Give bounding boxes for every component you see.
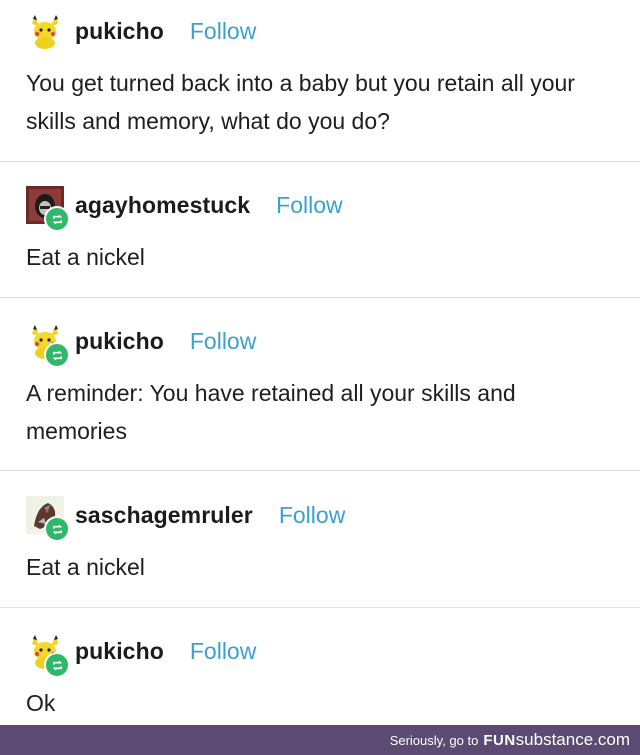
follow-button[interactable]: Follow xyxy=(276,192,342,219)
post-header: saschagemruler Follow xyxy=(26,495,345,542)
divider xyxy=(0,470,640,471)
username[interactable]: pukicho xyxy=(75,638,164,665)
follow-button[interactable]: Follow xyxy=(279,502,345,529)
post-text: Eat a nickel xyxy=(26,554,145,580)
post-header: pukicho Follow xyxy=(26,321,256,368)
post-header: pukicho Follow xyxy=(26,631,256,678)
brand-rest: substance.com xyxy=(515,730,630,749)
pikachu-avatar[interactable] xyxy=(26,632,70,678)
funsubstance-watermark: Seriously, go to FUNsubstance.com xyxy=(0,725,640,755)
username[interactable]: pukicho xyxy=(75,18,164,45)
dragon-avatar[interactable] xyxy=(26,496,70,542)
username[interactable]: pukicho xyxy=(75,328,164,355)
follow-button[interactable]: Follow xyxy=(190,328,256,355)
watermark-prefix: Seriously, go to xyxy=(389,732,479,748)
pikachu-icon xyxy=(32,15,58,49)
brand-bold: FUN xyxy=(483,732,516,749)
homestuck-avatar[interactable] xyxy=(26,186,70,232)
username[interactable]: agayhomestuck xyxy=(75,192,250,219)
post-header: agayhomestuck Follow xyxy=(26,185,343,232)
divider xyxy=(0,607,640,608)
post-text: Ok xyxy=(26,690,56,716)
watermark-brand[interactable]: FUNsubstance.com xyxy=(483,730,630,750)
follow-button[interactable]: Follow xyxy=(190,638,256,665)
post-text: Eat a nickel xyxy=(26,244,145,270)
reblog-icon xyxy=(44,206,70,232)
reblog-icon xyxy=(44,652,70,678)
follow-button[interactable]: Follow xyxy=(190,18,256,45)
username[interactable]: saschagemruler xyxy=(75,502,253,529)
post-text: You get turned back into a baby but you … xyxy=(26,70,575,134)
pikachu-avatar[interactable] xyxy=(26,12,64,50)
pikachu-avatar[interactable] xyxy=(26,322,70,368)
post-header: pukicho Follow xyxy=(26,11,256,51)
reblog-icon xyxy=(44,342,70,368)
divider xyxy=(0,297,640,298)
reblog-icon xyxy=(44,516,70,542)
post-text: A reminder: You have retained all your s… xyxy=(26,380,516,444)
divider xyxy=(0,161,640,162)
